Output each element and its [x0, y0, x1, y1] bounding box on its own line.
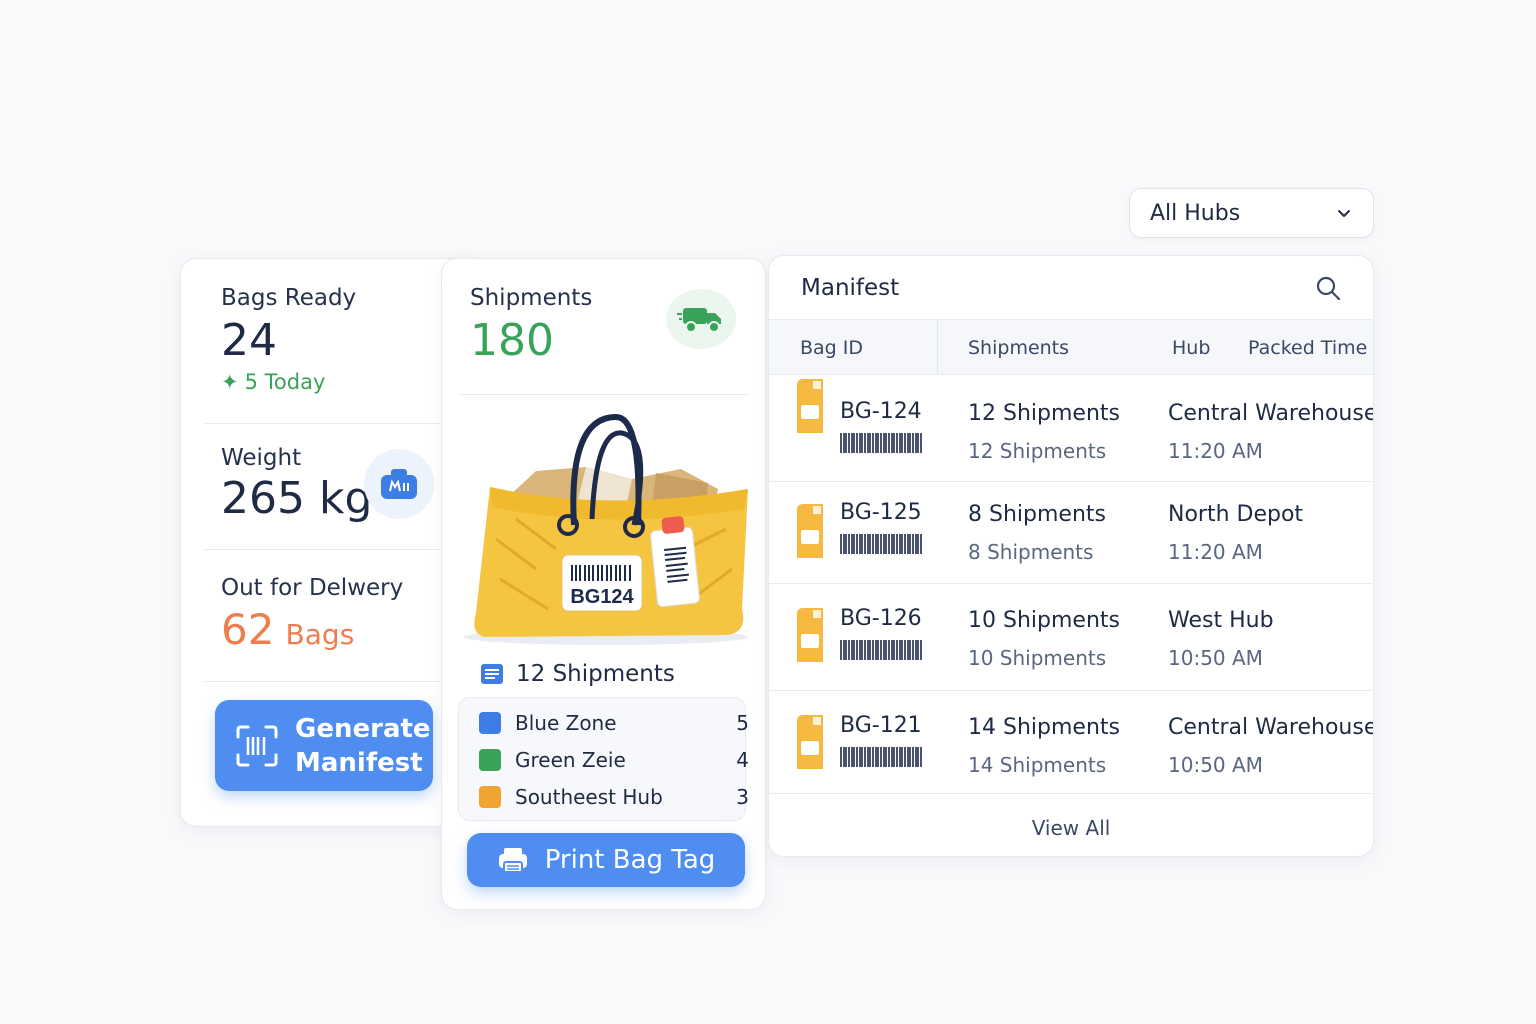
column-divider: [937, 320, 938, 374]
divider: [203, 549, 443, 550]
bags-ready-delta-text: 5 Today: [244, 370, 326, 394]
out-for-delivery-value: 62: [221, 605, 275, 654]
generate-label-line2: Manifest: [295, 747, 423, 778]
generate-manifest-button[interactable]: Generate Manifest: [215, 700, 433, 791]
bags-ready-value: 24: [221, 315, 277, 366]
zone-orange-icon: [479, 786, 501, 808]
manifest-title: Manifest: [801, 275, 900, 301]
shipments-subtext: 12 Shipments: [968, 439, 1107, 463]
manifest-column-headers: Bag ID Shipments Hub Packed Time: [769, 319, 1373, 375]
column-header-shipments[interactable]: Shipments: [968, 337, 1069, 359]
shipments-value: 180: [470, 315, 554, 366]
hub-filter-dropdown[interactable]: All Hubs: [1129, 188, 1374, 238]
bag-tag-text: BG124: [570, 586, 634, 608]
out-for-delivery-stat: Out for Delwery 62 Bags: [221, 575, 403, 654]
list-icon: [481, 664, 503, 684]
bag-id: BG-126: [840, 606, 922, 631]
zone-row: Southeest Hub 3: [479, 780, 749, 814]
bag-id: BG-125: [840, 500, 922, 525]
table-row[interactable]: BG-121 14 Shipments 14 Shipments Central…: [769, 691, 1373, 794]
shipments-stat: Shipments 180: [470, 285, 592, 366]
bag-shipments-text: 12 Shipments: [516, 661, 675, 687]
bags-ready-stat: Bags Ready 24 ✦ 5 Today: [221, 285, 356, 394]
packed-time: 11:20 AM: [1168, 540, 1263, 564]
zone-count: 5: [736, 711, 749, 735]
zone-blue-icon: [479, 712, 501, 734]
table-row[interactable]: BG-126 10 Shipments 10 Shipments West Hu…: [769, 584, 1373, 691]
column-header-packed-time[interactable]: Packed Time: [1248, 337, 1367, 359]
hub-name: Central Warehouse: [1168, 401, 1374, 426]
bag-icon: [797, 608, 823, 662]
column-header-hub[interactable]: Hub: [1172, 337, 1210, 359]
packed-time: 11:20 AM: [1168, 439, 1263, 463]
manifest-card: Manifest Bag ID Shipments Hub Packed Tim…: [768, 255, 1374, 857]
zone-name: Southeest Hub: [515, 785, 663, 809]
generate-manifest-label: Generate Manifest: [295, 712, 431, 780]
zone-green-icon: [479, 749, 501, 771]
bag-id: BG-124: [840, 399, 922, 424]
bag-icon: [797, 504, 823, 558]
zone-count: 3: [736, 785, 749, 809]
bags-ready-delta: ✦ 5 Today: [221, 370, 356, 394]
zone-row: Green Zeie 4: [479, 743, 749, 777]
bag-id: BG-121: [840, 713, 922, 738]
weight-stat: Weight 265 kg: [221, 445, 372, 524]
shipments-subtext: 14 Shipments: [968, 753, 1107, 777]
shipments-count: 8 Shipments: [968, 502, 1106, 527]
generate-label-line1: Generate: [295, 713, 431, 744]
shipments-count: 10 Shipments: [968, 608, 1120, 633]
hub-name: West Hub: [1168, 608, 1274, 633]
bag-shipments-summary: 12 Shipments: [480, 661, 675, 687]
weight-label: Weight: [221, 445, 302, 471]
hub-filter-value: All Hubs: [1150, 200, 1241, 226]
zone-breakdown-list: Blue Zone 5 Green Zeie 4 Southeest Hub 3: [458, 697, 749, 821]
zone-name: Green Zeie: [515, 748, 626, 772]
divider: [203, 681, 443, 682]
view-all-link[interactable]: View All: [769, 816, 1373, 840]
manifest-header: Manifest: [769, 256, 1373, 320]
barcode-icon: [840, 433, 922, 453]
scale-icon: [364, 449, 434, 519]
packed-time: 10:50 AM: [1168, 753, 1263, 777]
bag-illustration: BG124: [464, 413, 748, 645]
printer-icon: [498, 848, 527, 873]
weight-value: 265 kg: [221, 473, 373, 524]
barcode-icon: [840, 534, 922, 554]
chevron-down-icon: [1338, 210, 1350, 217]
divider: [203, 423, 443, 424]
shipments-subtext: 8 Shipments: [968, 540, 1094, 564]
delivery-truck-icon: [666, 289, 736, 349]
out-for-delivery-unit: Bags: [285, 618, 355, 651]
shipments-subtext: 10 Shipments: [968, 646, 1107, 670]
bags-ready-label: Bags Ready: [221, 285, 357, 311]
sparkle-icon: ✦: [221, 370, 239, 394]
search-icon[interactable]: [1315, 275, 1341, 301]
barcode-scan-icon: [236, 725, 278, 766]
table-row[interactable]: BG-124 12 Shipments 12 Shipments Central…: [769, 375, 1373, 482]
barcode-icon: [840, 747, 922, 767]
shipments-count: 12 Shipments: [968, 401, 1120, 426]
bag-icon: [797, 715, 823, 769]
zone-row: Blue Zone 5: [479, 706, 749, 740]
hub-name: Central Warehouse: [1168, 715, 1374, 740]
zone-count: 4: [736, 748, 749, 772]
out-for-delivery-value-wrap: 62 Bags: [221, 605, 403, 654]
shipments-count: 14 Shipments: [968, 715, 1120, 740]
shipments-card: Shipments 180 BG124 12 Shipments Blue Zo…: [441, 258, 766, 910]
barcode-icon: [840, 640, 922, 660]
shipments-label: Shipments: [470, 285, 593, 311]
table-row[interactable]: BG-125 8 Shipments 8 Shipments North Dep…: [769, 482, 1373, 584]
hub-name: North Depot: [1168, 502, 1304, 527]
print-bag-tag-button[interactable]: Print Bag Tag: [467, 833, 745, 887]
divider: [458, 394, 750, 395]
out-for-delivery-label: Out for Delwery: [221, 575, 404, 601]
stats-card: Bags Ready 24 ✦ 5 Today Weight 265 kg Ou…: [180, 258, 480, 827]
bag-icon: [797, 379, 823, 433]
zone-name: Blue Zone: [515, 711, 617, 735]
column-header-bag-id[interactable]: Bag ID: [800, 337, 863, 359]
print-bag-tag-label: Print Bag Tag: [544, 845, 716, 875]
packed-time: 10:50 AM: [1168, 646, 1263, 670]
